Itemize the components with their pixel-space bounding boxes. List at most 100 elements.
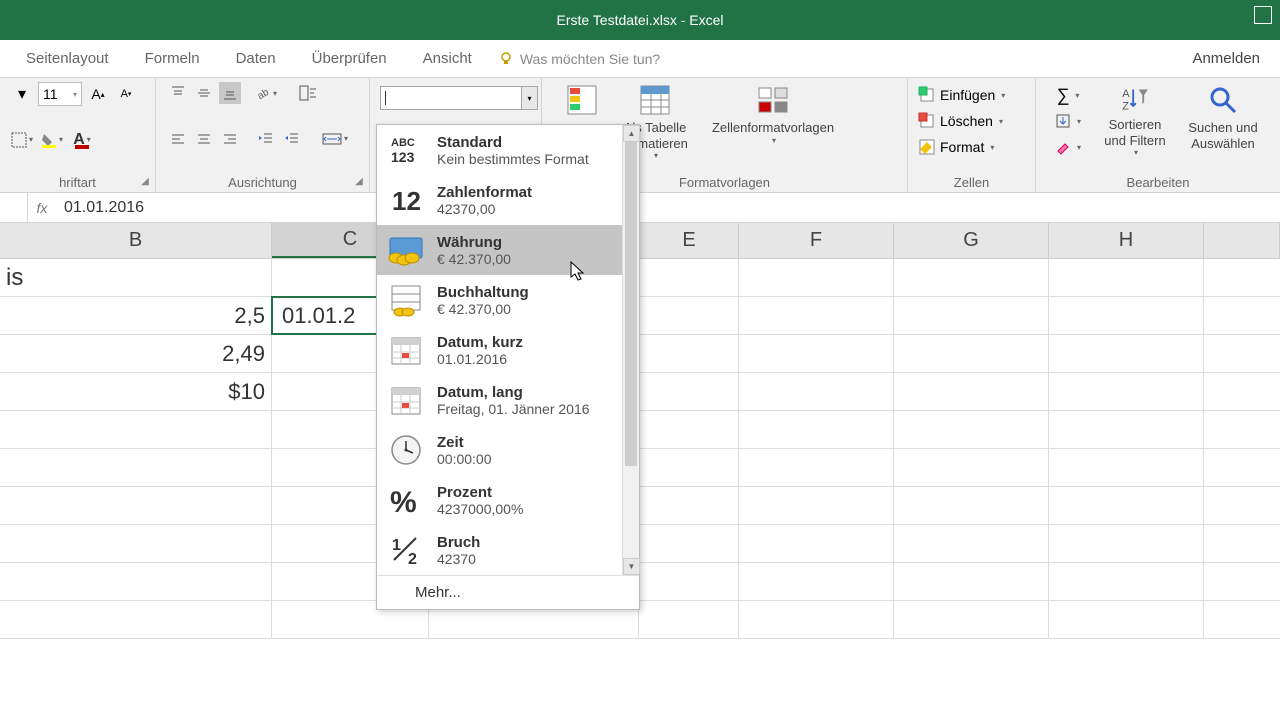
cell-h6[interactable]	[1049, 449, 1204, 486]
cell-b9[interactable]	[0, 563, 272, 600]
font-size-input[interactable]: 11▾	[38, 82, 82, 106]
cell-h7[interactable]	[1049, 487, 1204, 524]
cell-e4[interactable]	[639, 373, 739, 410]
cell-f4[interactable]	[739, 373, 894, 410]
cell-e7[interactable]	[639, 487, 739, 524]
increase-indent-icon[interactable]	[281, 128, 303, 150]
cell-g3[interactable]	[894, 335, 1049, 372]
cell-g1[interactable]	[894, 259, 1049, 296]
autosum-button[interactable]: ∑▾	[1046, 82, 1090, 108]
cell-h10[interactable]	[1049, 601, 1204, 638]
sign-in-link[interactable]: Anmelden	[1172, 40, 1280, 77]
decrease-indent-icon[interactable]	[255, 128, 277, 150]
cell-e2[interactable]	[639, 297, 739, 334]
number-format-combo[interactable]: ▾	[380, 86, 538, 110]
align-bottom-icon[interactable]	[219, 82, 241, 104]
cell-b1[interactable]: is	[0, 259, 272, 296]
format-item-zahlenformat[interactable]: 12Zahlenformat42370,00	[377, 175, 639, 225]
find-select-button[interactable]: Suchen und Auswählen	[1180, 82, 1266, 160]
format-dropdown-scrollbar[interactable]: ▲ ▼	[622, 125, 639, 575]
cell-f5[interactable]	[739, 411, 894, 448]
cell-e3[interactable]	[639, 335, 739, 372]
scroll-thumb[interactable]	[625, 142, 637, 466]
font-launcher-icon[interactable]: ◢	[139, 176, 151, 188]
align-top-icon[interactable]	[167, 82, 189, 104]
window-control-icon[interactable]	[1254, 6, 1272, 24]
format-item-datum-kurz[interactable]: Datum, kurz01.01.2016	[377, 325, 639, 375]
cell-b5[interactable]	[0, 411, 272, 448]
cell-g10[interactable]	[894, 601, 1049, 638]
border-icon[interactable]: ▾	[11, 129, 33, 151]
col-header-e[interactable]: E	[639, 223, 739, 258]
col-header-g[interactable]: G	[894, 223, 1049, 258]
format-item-buchhaltung[interactable]: Buchhaltung€ 42.370,00	[377, 275, 639, 325]
cell-f2[interactable]	[739, 297, 894, 334]
format-item-zeit[interactable]: Zeit00:00:00	[377, 425, 639, 475]
cell-f10[interactable]	[739, 601, 894, 638]
cell-b4[interactable]: $10	[0, 373, 272, 410]
cell-e6[interactable]	[639, 449, 739, 486]
increase-font-icon[interactable]: A▴	[87, 83, 109, 105]
format-more-link[interactable]: Mehr...	[377, 575, 639, 609]
cells-area[interactable]: is 2,5 01.01.2 2,49 $10	[0, 259, 1280, 639]
cell-e5[interactable]	[639, 411, 739, 448]
cell-g7[interactable]	[894, 487, 1049, 524]
cell-h3[interactable]	[1049, 335, 1204, 372]
cell-h2[interactable]	[1049, 297, 1204, 334]
name-box[interactable]	[0, 193, 28, 223]
cell-g8[interactable]	[894, 525, 1049, 562]
wrap-text-icon[interactable]	[295, 82, 323, 104]
cell-h8[interactable]	[1049, 525, 1204, 562]
cell-h5[interactable]	[1049, 411, 1204, 448]
merge-center-icon[interactable]: ▾	[321, 128, 349, 150]
cell-f7[interactable]	[739, 487, 894, 524]
cell-e9[interactable]	[639, 563, 739, 600]
format-item-datum-lang[interactable]: Datum, langFreitag, 01. Jänner 2016	[377, 375, 639, 425]
clear-button[interactable]: ▾	[1046, 134, 1090, 160]
align-right-icon[interactable]	[219, 128, 241, 150]
tab-daten[interactable]: Daten	[218, 40, 294, 77]
col-header-b[interactable]: B	[0, 223, 272, 258]
format-item-prozent[interactable]: %Prozent4237000,00%	[377, 475, 639, 525]
cell-b6[interactable]	[0, 449, 272, 486]
cell-b3[interactable]: 2,49	[0, 335, 272, 372]
sort-filter-button[interactable]: AZ Sortieren und Filtern▾	[1090, 82, 1180, 160]
tab-seitenlayout[interactable]: Seitenlayout	[8, 40, 127, 77]
format-item-bruch[interactable]: 12Bruch42370	[377, 525, 639, 575]
cell-e1[interactable]	[639, 259, 739, 296]
tab-ansicht[interactable]: Ansicht	[405, 40, 490, 77]
font-color-icon[interactable]: A▾	[71, 129, 93, 151]
cell-b2[interactable]: 2,5	[0, 297, 272, 334]
scroll-up-icon[interactable]: ▲	[623, 125, 640, 142]
number-format-dropdown-arrow[interactable]: ▾	[521, 87, 537, 109]
col-header-h[interactable]: H	[1049, 223, 1204, 258]
fill-button[interactable]: ▾	[1046, 108, 1090, 134]
cell-g4[interactable]	[894, 373, 1049, 410]
cell-h1[interactable]	[1049, 259, 1204, 296]
delete-cells-button[interactable]: Löschen▾	[918, 108, 1025, 134]
fill-color-icon[interactable]: ▾	[41, 129, 63, 151]
cell-e8[interactable]	[639, 525, 739, 562]
align-center-icon[interactable]	[193, 128, 215, 150]
col-header-f[interactable]: F	[739, 223, 894, 258]
cell-h9[interactable]	[1049, 563, 1204, 600]
format-cells-button[interactable]: Format▾	[918, 134, 1025, 160]
orientation-icon[interactable]: ab▾	[255, 82, 277, 104]
cell-styles-button[interactable]: Zellenformatvorlagen▾	[698, 82, 848, 147]
tell-me-search[interactable]: Was möchten Sie tun?	[498, 40, 660, 77]
insert-cells-button[interactable]: Einfügen▾	[918, 82, 1025, 108]
alignment-launcher-icon[interactable]: ◢	[353, 176, 365, 188]
align-middle-icon[interactable]	[193, 82, 215, 104]
cell-f1[interactable]	[739, 259, 894, 296]
cell-b7[interactable]	[0, 487, 272, 524]
cell-f8[interactable]	[739, 525, 894, 562]
format-item-standard[interactable]: ABC123StandardKein bestimmtes Format	[377, 125, 639, 175]
cell-g9[interactable]	[894, 563, 1049, 600]
cell-e10[interactable]	[639, 601, 739, 638]
cell-b10[interactable]	[0, 601, 272, 638]
formula-input[interactable]: 01.01.2016	[56, 199, 1280, 217]
font-name-dropdown-arrow[interactable]: ▾	[11, 83, 33, 105]
scroll-down-icon[interactable]: ▼	[623, 558, 640, 575]
cell-g2[interactable]	[894, 297, 1049, 334]
cell-h4[interactable]	[1049, 373, 1204, 410]
